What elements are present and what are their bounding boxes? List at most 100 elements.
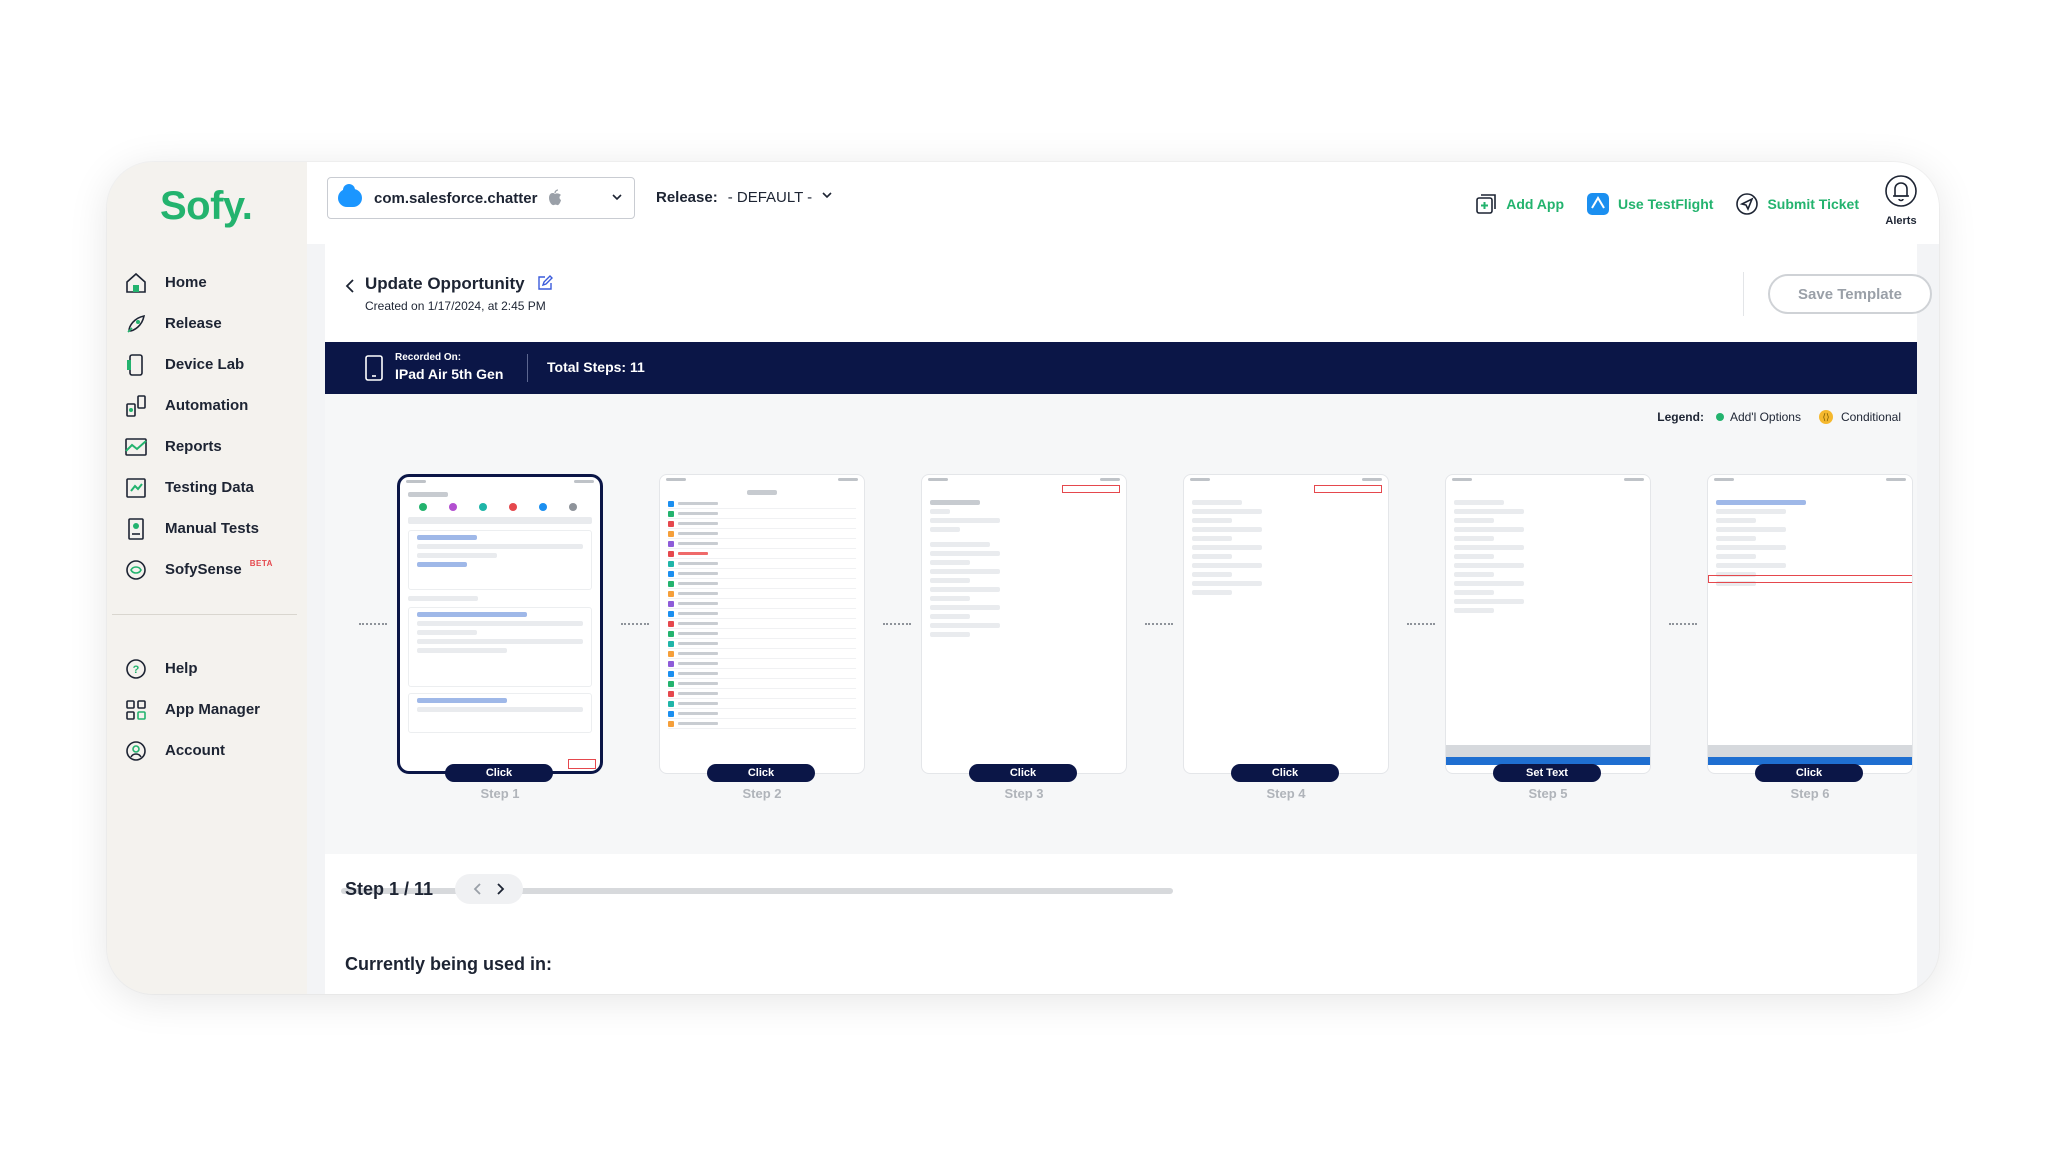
step-card[interactable]: Click Step 3 (921, 474, 1127, 801)
sidebar-item-testing-data[interactable]: Testing Data (107, 467, 307, 508)
step-card[interactable]: Click Step 4 (1183, 474, 1389, 801)
addl-options-dot-icon (1715, 413, 1724, 421)
sidebar-item-manual-tests[interactable]: Manual Tests (107, 508, 307, 549)
app-selector[interactable]: com.salesforce.chatter (327, 177, 635, 219)
step-screenshot (659, 474, 865, 774)
rocket-icon (123, 311, 149, 337)
phone-icon (123, 352, 149, 378)
bell-icon (1884, 175, 1918, 212)
device-name: IPad Air 5th Gen (395, 366, 504, 382)
chevron-left-icon[interactable] (467, 878, 489, 900)
created-date: Created on 1/17/2024, at 2:45 PM (365, 299, 546, 313)
step-connector (621, 623, 649, 625)
sidebar-item-label: App Manager (165, 701, 261, 718)
sofysense-icon (123, 557, 149, 583)
step-action-badge: Click (707, 764, 815, 782)
sidebar-item-account[interactable]: Account (107, 730, 307, 771)
banner-divider (527, 354, 528, 382)
step-connector (1669, 623, 1697, 625)
edit-icon[interactable] (537, 275, 553, 296)
sidebar-item-label: SofySense (165, 561, 242, 578)
add-app-icon (1474, 192, 1498, 216)
step-connector (883, 623, 911, 625)
step-label: Step 5 (1528, 786, 1568, 801)
step-connector (1145, 623, 1173, 625)
sidebar-item-sofysense[interactable]: SofySense BETA (107, 549, 307, 590)
steps-carousel: Legend: Add'l Options ⟨⟩ Conditional Cli… (325, 394, 1917, 894)
step-card[interactable]: Set Text Step 5 (1445, 474, 1651, 801)
sidebar-item-home[interactable]: Home (107, 262, 307, 303)
step-navigator: Step 1 / 11 (345, 874, 524, 904)
sidebar-bottom-nav: ? Help App Manager Account (107, 648, 307, 771)
app-manager-icon (123, 697, 149, 723)
sofy-logo[interactable]: Sofy. (160, 184, 253, 229)
release-selector[interactable]: Release: - DEFAULT - (656, 188, 834, 206)
top-actions: Add App Use TestFlight Submit Ticket (1452, 192, 1859, 216)
release-value: - DEFAULT - (727, 188, 813, 206)
step-action-badge: Click (445, 764, 553, 782)
sidebar-item-label: Help (165, 660, 198, 677)
app-window: Sofy. Home Release Device Lab Automation… (107, 162, 1939, 994)
used-in-heading: Currently being used in: (345, 954, 553, 974)
sidebar-item-label: Reports (165, 438, 222, 455)
sidebar-item-help[interactable]: ? Help (107, 648, 307, 689)
alerts-button[interactable]: Alerts (1881, 174, 1921, 227)
page-header: Update Opportunity Created on 1/17/2024,… (325, 244, 1932, 342)
beta-badge: BETA (249, 559, 273, 568)
send-icon (1735, 192, 1759, 216)
sidebar-divider (112, 614, 297, 615)
chevron-right-icon[interactable] (489, 878, 511, 900)
sidebar-item-label: Account (165, 742, 225, 759)
submit-ticket-label: Submit Ticket (1767, 196, 1859, 212)
step-card[interactable]: Click Step 6 (1707, 474, 1913, 801)
help-icon: ? (123, 656, 149, 682)
legend: Legend: Add'l Options ⟨⟩ Conditional (1657, 410, 1901, 424)
account-icon (123, 738, 149, 764)
alerts-label: Alerts (1885, 215, 1917, 227)
step-action-badge: Set Text (1493, 764, 1601, 782)
step-card[interactable]: Click Step 2 (659, 474, 865, 801)
sidebar-item-label: Release (165, 315, 222, 332)
save-template-button[interactable]: Save Template (1768, 274, 1932, 314)
use-testflight-button[interactable]: Use TestFlight (1586, 192, 1713, 216)
step-card[interactable]: Click Step 1 (397, 474, 603, 801)
home-icon (123, 270, 149, 296)
header-divider (1743, 272, 1744, 316)
step-label: Step 2 (742, 786, 782, 801)
back-chevron-icon[interactable] (343, 278, 357, 299)
svg-text:?: ? (133, 664, 140, 676)
step-action-badge: Click (1231, 764, 1339, 782)
step-label: Step 1 (480, 786, 520, 801)
testing-data-icon (123, 475, 149, 501)
sidebar-item-reports[interactable]: Reports (107, 426, 307, 467)
recorded-on-label: Recorded On: (395, 352, 462, 363)
chevron-down-icon (820, 188, 834, 206)
recording-banner: Recorded On: IPad Air 5th Gen Total Step… (325, 342, 1917, 394)
step-action-badge: Click (1755, 764, 1863, 782)
sidebar-item-label: Home (165, 274, 207, 291)
sidebar-item-device-lab[interactable]: Device Lab (107, 344, 307, 385)
sidebar-item-release[interactable]: Release (107, 303, 307, 344)
sidebar-item-automation[interactable]: Automation (107, 385, 307, 426)
step-label: Step 3 (1004, 786, 1044, 801)
testflight-icon (1586, 192, 1610, 216)
automation-icon (123, 393, 149, 419)
step-connector (1407, 623, 1435, 625)
manual-tests-icon (123, 516, 149, 542)
top-bar: com.salesforce.chatter Release: - DEFAUL… (307, 162, 1939, 244)
sidebar: Sofy. Home Release Device Lab Automation… (107, 162, 307, 994)
step-screenshot (1183, 474, 1389, 774)
legend-conditional: Conditional (1840, 410, 1901, 424)
main-panel: Update Opportunity Created on 1/17/2024,… (325, 244, 1932, 994)
add-app-button[interactable]: Add App (1474, 192, 1564, 216)
step-screenshot (921, 474, 1127, 774)
chevron-down-icon (610, 190, 624, 209)
step-counter: Step 1 / 11 (345, 878, 434, 899)
submit-ticket-button[interactable]: Submit Ticket (1735, 192, 1859, 216)
sidebar-item-app-manager[interactable]: App Manager (107, 689, 307, 730)
salesforce-logo-icon (338, 184, 362, 207)
page-title: Update Opportunity (365, 274, 525, 293)
conditional-icon: ⟨⟩ (1818, 410, 1833, 424)
sidebar-item-label: Testing Data (165, 479, 254, 496)
release-label: Release: (656, 188, 718, 206)
